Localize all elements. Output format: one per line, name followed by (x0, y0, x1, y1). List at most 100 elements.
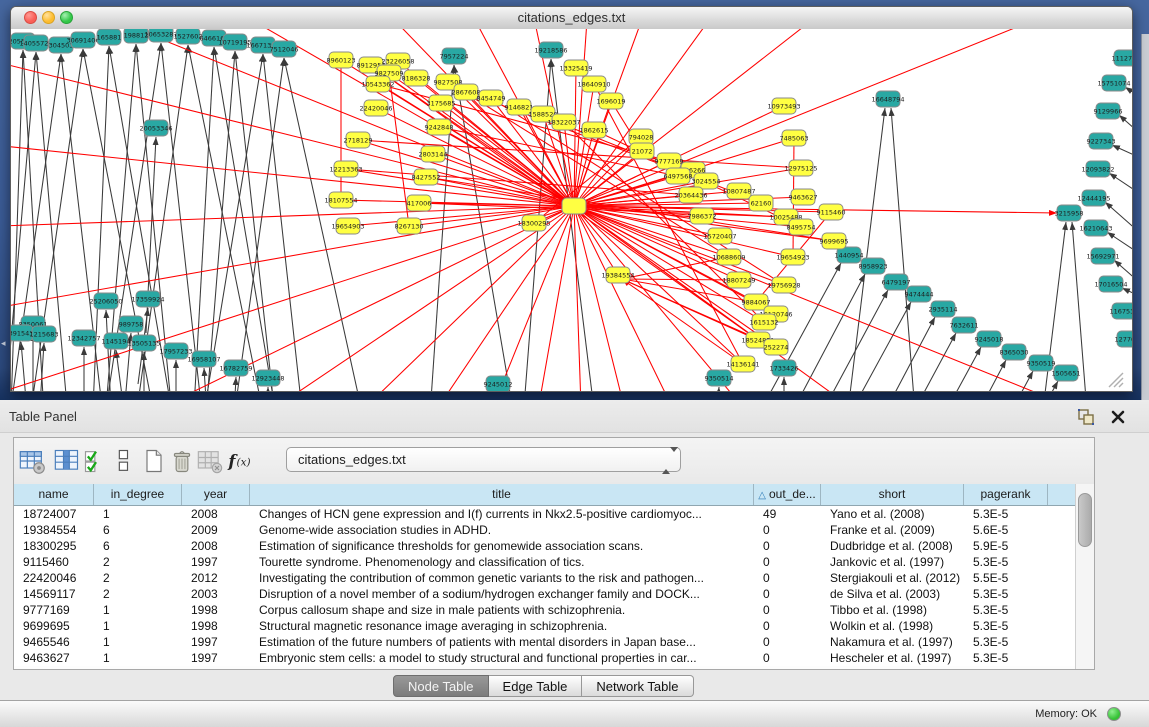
graph-node[interactable]: 19756928 (767, 277, 800, 293)
delete-column-icon[interactable] (168, 447, 196, 475)
graph-node[interactable]: 1505651 (1052, 365, 1081, 381)
graph-node[interactable]: 10543362 (361, 76, 394, 92)
table-row[interactable]: 1456911722003Disruption of a novel membe… (14, 586, 1078, 602)
graph-node[interactable]: 9350514 (705, 370, 734, 386)
tab-network-table[interactable]: Network Table (582, 675, 693, 697)
graph-node[interactable]: 19654903 (331, 218, 364, 234)
column-header-year[interactable]: year (182, 484, 250, 505)
graph-node[interactable]: 252274 (764, 339, 789, 355)
graph-node[interactable]: 417006 (407, 195, 432, 211)
network-canvas[interactable]: 2055124140557243045033069140616588119881… (11, 29, 1132, 391)
graph-node[interactable]: 18322037 (547, 114, 580, 130)
graph-node[interactable]: 30691406 (66, 32, 99, 48)
graph-node[interactable]: 9129966 (1094, 103, 1123, 119)
table-row[interactable]: 911546021997Tourette syndrome. Phenomeno… (14, 554, 1078, 570)
graph-node[interactable]: 989758 (119, 316, 144, 332)
graph-node[interactable]: 15720407 (703, 228, 736, 244)
graph-node[interactable]: 16782759 (219, 360, 252, 376)
graph-node[interactable]: 8427552 (412, 169, 441, 185)
graph-node[interactable]: 13325419 (559, 60, 592, 76)
scrollbar-thumb[interactable] (1078, 493, 1092, 547)
graph-node[interactable]: 12093822 (1081, 161, 1114, 177)
graph-node[interactable]: 16210643 (1079, 220, 1112, 236)
graph-node[interactable]: 7986372 (688, 208, 717, 224)
graph-node[interactable]: 1696019 (597, 93, 626, 109)
table-row[interactable]: 1938455462009Genome-wide association stu… (14, 522, 1078, 538)
graph-node[interactable]: 62160 (749, 195, 773, 211)
graph-node[interactable]: 16648794 (871, 91, 904, 107)
graph-node[interactable]: 20053346 (139, 120, 172, 136)
table-row[interactable]: 946554611997Estimation of the future num… (14, 634, 1078, 650)
graph-node[interactable]: 19218586 (534, 42, 567, 58)
float-panel-icon[interactable] (1077, 408, 1095, 426)
function-builder-icon[interactable]: f(x) (226, 447, 254, 475)
window-titlebar[interactable]: citations_edges.txt (11, 7, 1132, 30)
graph-node[interactable]: 2935114 (929, 301, 958, 317)
column-header-name[interactable]: name (14, 484, 94, 505)
graph-node[interactable]: 12923448 (251, 370, 284, 386)
graph-node[interactable]: 18807249 (722, 272, 755, 288)
graph-node[interactable]: 12213363 (329, 161, 362, 177)
graph-node[interactable]: 7632611 (950, 317, 979, 333)
graph-node[interactable]: 22420046 (359, 100, 392, 116)
graph-node[interactable]: 15751074 (1097, 75, 1130, 91)
graph-node[interactable]: 7485063 (780, 130, 809, 146)
graph-node[interactable]: 13505135 (127, 335, 160, 351)
graph-node[interactable]: 25206050 (89, 293, 122, 309)
graph-node[interactable]: 9245018 (975, 331, 1004, 347)
graph-node[interactable]: 1277015 (1115, 331, 1132, 347)
resize-grip-icon[interactable] (1119, 383, 1123, 387)
graph-node[interactable]: 18640910 (577, 76, 610, 92)
graph-node[interactable]: 1615132 (750, 314, 779, 330)
graph-node[interactable]: 9699695 (820, 233, 849, 249)
column-header-in_degree[interactable]: in_degree (94, 484, 182, 505)
graph-node[interactable]: 9242848 (425, 119, 454, 135)
graph-node[interactable]: 7957224 (440, 48, 469, 64)
graph-node[interactable]: 14055724 (19, 35, 52, 51)
graph-node[interactable]: 6479197 (882, 274, 911, 290)
graph-node[interactable]: 8495754 (787, 219, 816, 235)
graph-node[interactable]: 9474444 (905, 286, 934, 302)
row-selection-icon[interactable] (82, 447, 110, 475)
graph-node[interactable]: 9463627 (789, 189, 818, 205)
resize-grip-icon[interactable] (1114, 378, 1123, 387)
graph-node[interactable]: 1215683 (30, 326, 59, 342)
graph-node[interactable]: 2718129 (344, 132, 373, 148)
table-row[interactable]: 977716911998Corpus callosum shape and si… (14, 602, 1078, 618)
graph-node[interactable]: 1527602 (174, 29, 203, 44)
column-header-title[interactable]: title (250, 484, 754, 505)
graph-node[interactable]: 1112753 (1112, 50, 1132, 66)
graph-node[interactable]: 18107554 (324, 192, 357, 208)
column-header-pagerank[interactable]: pagerank (964, 484, 1048, 505)
graph-node[interactable]: 2803144 (419, 146, 448, 162)
graph-node[interactable]: 8267130 (395, 218, 424, 234)
graph-node[interactable]: 8958923 (859, 258, 888, 274)
column-header-short[interactable]: short (821, 484, 964, 505)
graph-node[interactable]: 19654923 (776, 249, 809, 265)
graph-node[interactable]: 8186328 (402, 70, 431, 86)
merge-rows-icon[interactable] (110, 447, 138, 475)
table-row[interactable]: 946362711997Embryonic stem cells: a mode… (14, 650, 1078, 666)
graph-node[interactable]: 15692971 (1086, 248, 1119, 264)
vertical-scrollbar[interactable] (1075, 484, 1094, 669)
show-columns-icon[interactable] (53, 447, 81, 475)
table-row[interactable]: 969969511998Structural magnetic resonanc… (14, 618, 1078, 634)
graph-node[interactable]: 3175685 (427, 95, 456, 111)
graph-node[interactable]: 1167533 (1110, 303, 1132, 319)
table-row[interactable]: 2242004622012Investigating the contribut… (14, 570, 1078, 586)
table-options-icon[interactable] (18, 447, 46, 475)
graph-node[interactable] (562, 198, 586, 214)
graph-node[interactable]: 165881 (97, 29, 122, 45)
tab-edge-table[interactable]: Edge Table (489, 675, 583, 697)
table-row[interactable]: 1872400712008Changes of HCN gene express… (14, 506, 1078, 522)
graph-node[interactable]: 20364436 (674, 187, 707, 203)
graph-node[interactable]: 9115460 (817, 204, 846, 220)
graph-node[interactable]: 3215958 (1055, 205, 1084, 221)
graph-node[interactable]: 12975125 (784, 160, 817, 176)
graph-node[interactable]: 14136141 (726, 356, 759, 372)
table-row[interactable]: 1830029562008Estimation of significance … (14, 538, 1078, 554)
graph-node[interactable]: 1862615 (580, 122, 609, 138)
graph-node[interactable]: 16958107 (187, 351, 220, 367)
graph-node[interactable]: 21072 (630, 143, 654, 159)
graph-node[interactable]: 8960123 (327, 52, 356, 68)
